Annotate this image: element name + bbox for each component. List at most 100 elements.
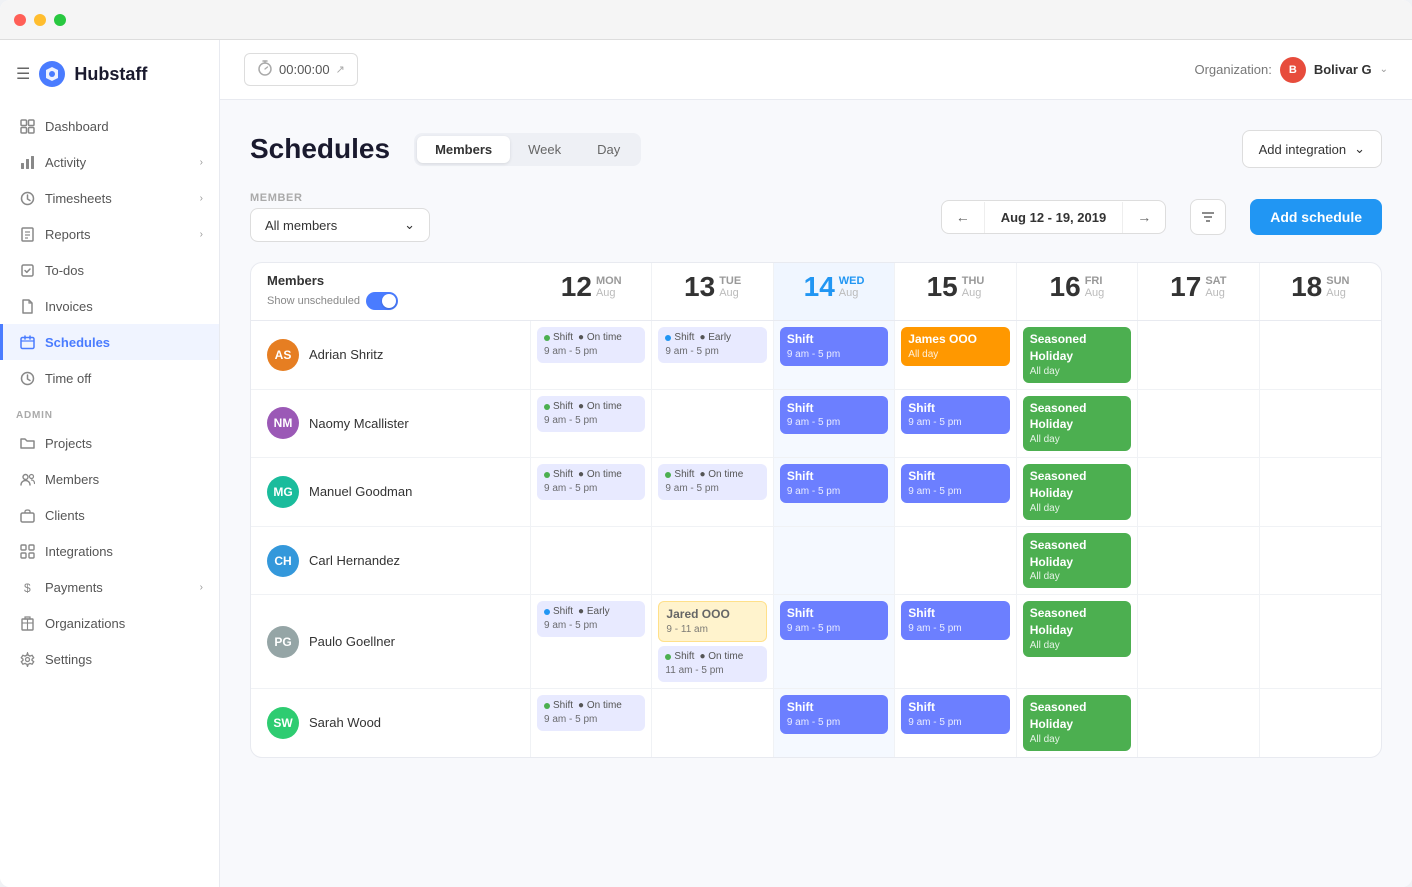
shift-block[interactable]: Seasoned HolidayAll day	[1023, 695, 1131, 751]
sidebar-item-timesheets[interactable]: Timesheets ›	[0, 180, 219, 216]
day-cell-1-1	[652, 390, 773, 458]
day-cell-4-2: Shift9 am - 5 pm	[774, 595, 895, 688]
shift-block[interactable]: Shift9 am - 5 pm	[901, 396, 1009, 435]
sidebar-item-schedules[interactable]: Schedules	[0, 324, 219, 360]
shift-block[interactable]: Shift9 am - 5 pm	[780, 396, 888, 435]
shift-block[interactable]: Seasoned HolidayAll day	[1023, 327, 1131, 383]
sidebar-item-payments[interactable]: $ Payments ›	[0, 569, 219, 605]
calendar-icon	[19, 334, 35, 350]
reports-icon	[19, 226, 35, 242]
sidebar-item-settings[interactable]: Settings	[0, 641, 219, 677]
show-unscheduled-toggle[interactable]	[366, 292, 398, 310]
fullscreen-button[interactable]	[54, 14, 66, 26]
shift-block[interactable]: Shift9 am - 5 pm	[780, 601, 888, 640]
member-cell-0: AS Adrian Shritz	[251, 321, 531, 389]
organizations-label: Organizations	[45, 616, 125, 631]
close-button[interactable]	[14, 14, 26, 26]
shift-block[interactable]: Shift9 am - 5 pm	[901, 695, 1009, 734]
shift-block[interactable]: Seasoned HolidayAll day	[1023, 396, 1131, 452]
sidebar-item-invoices[interactable]: Invoices	[0, 288, 219, 324]
table-row: SW Sarah Wood Shift ● On time9 am - 5 pm…	[251, 689, 1381, 757]
sidebar-item-reports[interactable]: Reports ›	[0, 216, 219, 252]
day-header-wed: 14 WED Aug	[774, 263, 895, 320]
add-integration-button[interactable]: Add integration ⌄	[1242, 130, 1382, 168]
shift-block[interactable]: Seasoned HolidayAll day	[1023, 464, 1131, 520]
avatar: NM	[267, 407, 299, 439]
shift-block[interactable]: Shift ● On time9 am - 5 pm	[537, 396, 645, 432]
shift-block[interactable]: Shift9 am - 5 pm	[780, 695, 888, 734]
sidebar-item-dashboard[interactable]: Dashboard	[0, 108, 219, 144]
day-cell-1-5	[1138, 390, 1259, 458]
day-cell-4-5	[1138, 595, 1259, 688]
org-chevron-icon[interactable]: ⌄	[1380, 64, 1388, 75]
minimize-button[interactable]	[34, 14, 46, 26]
tab-members[interactable]: Members	[417, 136, 510, 163]
day-header-mon: 12 MON Aug	[531, 263, 652, 320]
shift-block[interactable]: Shift9 am - 5 pm	[901, 464, 1009, 503]
timer-display: 00:00:00	[279, 62, 330, 77]
hamburger-icon[interactable]: ☰	[16, 64, 30, 84]
day-cell-0-1: Shift ● Early9 am - 5 pm	[652, 321, 773, 389]
shift-block[interactable]: James OOOAll day	[901, 327, 1009, 366]
shift-block[interactable]: Shift9 am - 5 pm	[780, 464, 888, 503]
timer-button[interactable]: 00:00:00 ↗	[244, 53, 358, 86]
building-icon	[19, 615, 35, 631]
shift-block[interactable]: Shift ● On time9 am - 5 pm	[537, 464, 645, 500]
shift-block[interactable]: Shift9 am - 5 pm	[901, 601, 1009, 640]
activity-label: Activity	[45, 155, 86, 170]
day-cell-3-1	[652, 527, 773, 595]
day-cell-4-1: Jared OOO9 - 11 am Shift ● On time11 am -…	[652, 595, 773, 688]
check-square-icon	[19, 262, 35, 278]
day-header-fri: 16 FRI Aug	[1017, 263, 1138, 320]
shift-block[interactable]: Jared OOO9 - 11 am	[658, 601, 766, 642]
filter-button[interactable]	[1190, 199, 1226, 235]
sidebar-item-organizations[interactable]: Organizations	[0, 605, 219, 641]
users-icon	[19, 471, 35, 487]
view-tabs: Members Week Day	[414, 133, 641, 166]
day-cell-1-6	[1260, 390, 1381, 458]
sidebar-item-projects[interactable]: Projects	[0, 425, 219, 461]
day-cell-3-4: Seasoned HolidayAll day	[1017, 527, 1138, 595]
app-name: Hubstaff	[74, 64, 147, 85]
shift-block[interactable]: Shift ● On time9 am - 5 pm	[537, 327, 645, 363]
shift-block[interactable]: Shift ● Early9 am - 5 pm	[658, 327, 766, 363]
member-name: Manuel Goodman	[309, 484, 412, 499]
add-schedule-button[interactable]: Add schedule	[1250, 199, 1382, 235]
integrations-icon	[19, 543, 35, 559]
shift-block[interactable]: Shift ● Early9 am - 5 pm	[537, 601, 645, 637]
sidebar: ☰ Hubstaff Dashboard Activity	[0, 40, 220, 887]
org-name: Bolivar G	[1314, 62, 1372, 77]
sidebar-item-activity[interactable]: Activity ›	[0, 144, 219, 180]
day-cell-2-6	[1260, 458, 1381, 526]
day-cell-4-4: Seasoned HolidayAll day	[1017, 595, 1138, 688]
day-cell-5-5	[1138, 689, 1259, 757]
sidebar-item-clients[interactable]: Clients	[0, 497, 219, 533]
shift-block[interactable]: Shift ● On time9 am - 5 pm	[537, 695, 645, 731]
shift-block[interactable]: Seasoned HolidayAll day	[1023, 601, 1131, 657]
sidebar-item-members[interactable]: Members	[0, 461, 219, 497]
top-bar: 00:00:00 ↗ Organization: B Bolivar G ⌄	[220, 40, 1412, 100]
shift-block[interactable]: Shift ● On time9 am - 5 pm	[658, 464, 766, 500]
folder-icon	[19, 435, 35, 451]
day-cell-4-0: Shift ● Early9 am - 5 pm	[531, 595, 652, 688]
sidebar-item-todos[interactable]: To-dos	[0, 252, 219, 288]
day-cell-3-3	[895, 527, 1016, 595]
invoices-label: Invoices	[45, 299, 93, 314]
activity-chevron: ›	[200, 157, 203, 168]
shift-block[interactable]: Shift ● On time11 am - 5 pm	[658, 646, 766, 682]
prev-week-button[interactable]: ←	[942, 201, 984, 233]
day-cell-2-1: Shift ● On time9 am - 5 pm	[652, 458, 773, 526]
member-select[interactable]: All members ⌄	[250, 208, 430, 242]
payments-chevron: ›	[200, 582, 203, 593]
avatar: SW	[267, 707, 299, 739]
sidebar-item-integrations[interactable]: Integrations	[0, 533, 219, 569]
day-cell-5-6	[1260, 689, 1381, 757]
day-cell-4-6	[1260, 595, 1381, 688]
sidebar-item-timeoff[interactable]: Time off	[0, 360, 219, 396]
shift-block[interactable]: Seasoned HolidayAll day	[1023, 533, 1131, 589]
tab-week[interactable]: Week	[510, 136, 579, 163]
tab-day[interactable]: Day	[579, 136, 638, 163]
day-cell-4-3: Shift9 am - 5 pm	[895, 595, 1016, 688]
next-week-button[interactable]: →	[1123, 201, 1165, 233]
shift-block[interactable]: Shift9 am - 5 pm	[780, 327, 888, 366]
